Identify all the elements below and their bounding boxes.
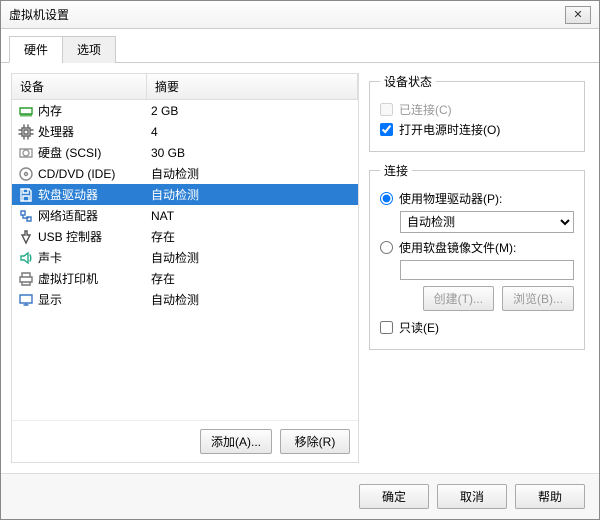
physical-drive-select[interactable]: 自动检测 <box>400 211 574 233</box>
window-title: 虚拟机设置 <box>9 6 565 23</box>
use-physical-row[interactable]: 使用物理驱动器(P): <box>380 190 574 207</box>
device-row-1[interactable]: 处理器 4 <box>12 121 358 142</box>
ok-button[interactable]: 确定 <box>359 484 429 509</box>
device-table-body: 内存 2 GB 处理器 4 硬盘 (SCSI) 30 GB CD/DVD (ID… <box>12 100 358 420</box>
connected-label: 已连接(C) <box>399 101 452 118</box>
header-summary: 摘要 <box>147 74 358 99</box>
device-row-7[interactable]: 声卡 自动检测 <box>12 247 358 268</box>
use-physical-label: 使用物理驱动器(P): <box>399 190 502 207</box>
device-name: 显示 <box>38 291 62 308</box>
physical-select-wrap: 自动检测 <box>400 211 574 233</box>
image-path-input[interactable] <box>400 260 574 280</box>
device-cell: CD/DVD (IDE) <box>12 166 147 182</box>
dialog-footer: 确定 取消 帮助 <box>1 473 599 519</box>
device-status-legend: 设备状态 <box>380 73 436 90</box>
device-row-4[interactable]: 软盘驱动器 自动检测 <box>12 184 358 205</box>
cpu-icon <box>18 124 34 140</box>
settings-panel: 设备状态 已连接(C) 打开电源时连接(O) 连接 使用物理驱动器(P): <box>369 73 589 463</box>
image-path-wrap <box>400 260 574 280</box>
vm-settings-window: 虚拟机设置 ✕ 硬件选项 设备 摘要 内存 2 GB 处理器 4 硬盘 (SCS… <box>0 0 600 520</box>
use-image-row[interactable]: 使用软盘镜像文件(M): <box>380 239 574 256</box>
floppy-icon <box>18 187 34 203</box>
device-row-5[interactable]: 网络适配器 NAT <box>12 205 358 226</box>
connect-on-power-checkbox[interactable] <box>380 123 393 136</box>
tab-0[interactable]: 硬件 <box>9 36 63 63</box>
device-name: 内存 <box>38 102 62 119</box>
summary-cell: NAT <box>147 209 358 223</box>
summary-cell: 4 <box>147 125 358 139</box>
summary-cell: 自动检测 <box>147 165 358 182</box>
connection-group: 连接 使用物理驱动器(P): 自动检测 使用软盘镜像文件(M): <box>369 162 585 350</box>
connection-legend: 连接 <box>380 162 412 179</box>
readonly-label: 只读(E) <box>399 319 439 336</box>
connected-checkbox-row: 已连接(C) <box>380 101 574 118</box>
content-area: 设备 摘要 内存 2 GB 处理器 4 硬盘 (SCSI) 30 GB CD/D… <box>1 63 599 473</box>
readonly-row[interactable]: 只读(E) <box>380 319 574 336</box>
connected-checkbox <box>380 103 393 116</box>
summary-cell: 30 GB <box>147 146 358 160</box>
display-icon <box>18 292 34 308</box>
cancel-button[interactable]: 取消 <box>437 484 507 509</box>
use-image-radio[interactable] <box>380 241 393 254</box>
device-row-9[interactable]: 显示 自动检测 <box>12 289 358 310</box>
titlebar: 虚拟机设置 ✕ <box>1 1 599 29</box>
device-row-3[interactable]: CD/DVD (IDE) 自动检测 <box>12 163 358 184</box>
summary-cell: 自动检测 <box>147 186 358 203</box>
cd-icon <box>18 166 34 182</box>
image-buttons: 创建(T)... 浏览(B)... <box>380 286 574 311</box>
table-header: 设备 摘要 <box>12 74 358 100</box>
device-name: 处理器 <box>38 123 74 140</box>
close-button[interactable]: ✕ <box>565 6 591 24</box>
summary-cell: 自动检测 <box>147 249 358 266</box>
create-image-button[interactable]: 创建(T)... <box>423 286 494 311</box>
summary-cell: 自动检测 <box>147 291 358 308</box>
summary-cell: 存在 <box>147 270 358 287</box>
use-physical-radio[interactable] <box>380 192 393 205</box>
disk-icon <box>18 145 34 161</box>
device-name: 虚拟打印机 <box>38 270 98 287</box>
device-row-6[interactable]: USB 控制器 存在 <box>12 226 358 247</box>
browse-image-button[interactable]: 浏览(B)... <box>502 286 574 311</box>
network-icon <box>18 208 34 224</box>
device-row-2[interactable]: 硬盘 (SCSI) 30 GB <box>12 142 358 163</box>
device-name: 网络适配器 <box>38 207 98 224</box>
summary-cell: 2 GB <box>147 104 358 118</box>
summary-cell: 存在 <box>147 228 358 245</box>
connect-on-power-label: 打开电源时连接(O) <box>399 121 500 138</box>
device-name: 硬盘 (SCSI) <box>38 144 101 161</box>
connect-on-power-row[interactable]: 打开电源时连接(O) <box>380 121 574 138</box>
device-cell: 硬盘 (SCSI) <box>12 144 147 161</box>
device-name: 软盘驱动器 <box>38 186 98 203</box>
device-buttons: 添加(A)... 移除(R) <box>12 420 358 462</box>
device-name: CD/DVD (IDE) <box>38 167 115 181</box>
tab-bar: 硬件选项 <box>1 29 599 63</box>
device-name: 声卡 <box>38 249 62 266</box>
device-cell: 虚拟打印机 <box>12 270 147 287</box>
usb-icon <box>18 229 34 245</box>
device-status-group: 设备状态 已连接(C) 打开电源时连接(O) <box>369 73 585 152</box>
device-panel: 设备 摘要 内存 2 GB 处理器 4 硬盘 (SCSI) 30 GB CD/D… <box>11 73 359 463</box>
sound-icon <box>18 250 34 266</box>
device-row-8[interactable]: 虚拟打印机 存在 <box>12 268 358 289</box>
tab-1[interactable]: 选项 <box>62 36 116 63</box>
device-cell: 显示 <box>12 291 147 308</box>
device-cell: 声卡 <box>12 249 147 266</box>
device-row-0[interactable]: 内存 2 GB <box>12 100 358 121</box>
header-device: 设备 <box>12 74 147 99</box>
memory-icon <box>18 103 34 119</box>
device-cell: 内存 <box>12 102 147 119</box>
device-cell: USB 控制器 <box>12 228 147 245</box>
help-button[interactable]: 帮助 <box>515 484 585 509</box>
device-cell: 网络适配器 <box>12 207 147 224</box>
remove-device-button[interactable]: 移除(R) <box>280 429 350 454</box>
add-device-button[interactable]: 添加(A)... <box>200 429 272 454</box>
device-cell: 处理器 <box>12 123 147 140</box>
device-name: USB 控制器 <box>38 228 102 245</box>
readonly-checkbox[interactable] <box>380 321 393 334</box>
use-image-label: 使用软盘镜像文件(M): <box>399 239 516 256</box>
device-cell: 软盘驱动器 <box>12 186 147 203</box>
printer-icon <box>18 271 34 287</box>
